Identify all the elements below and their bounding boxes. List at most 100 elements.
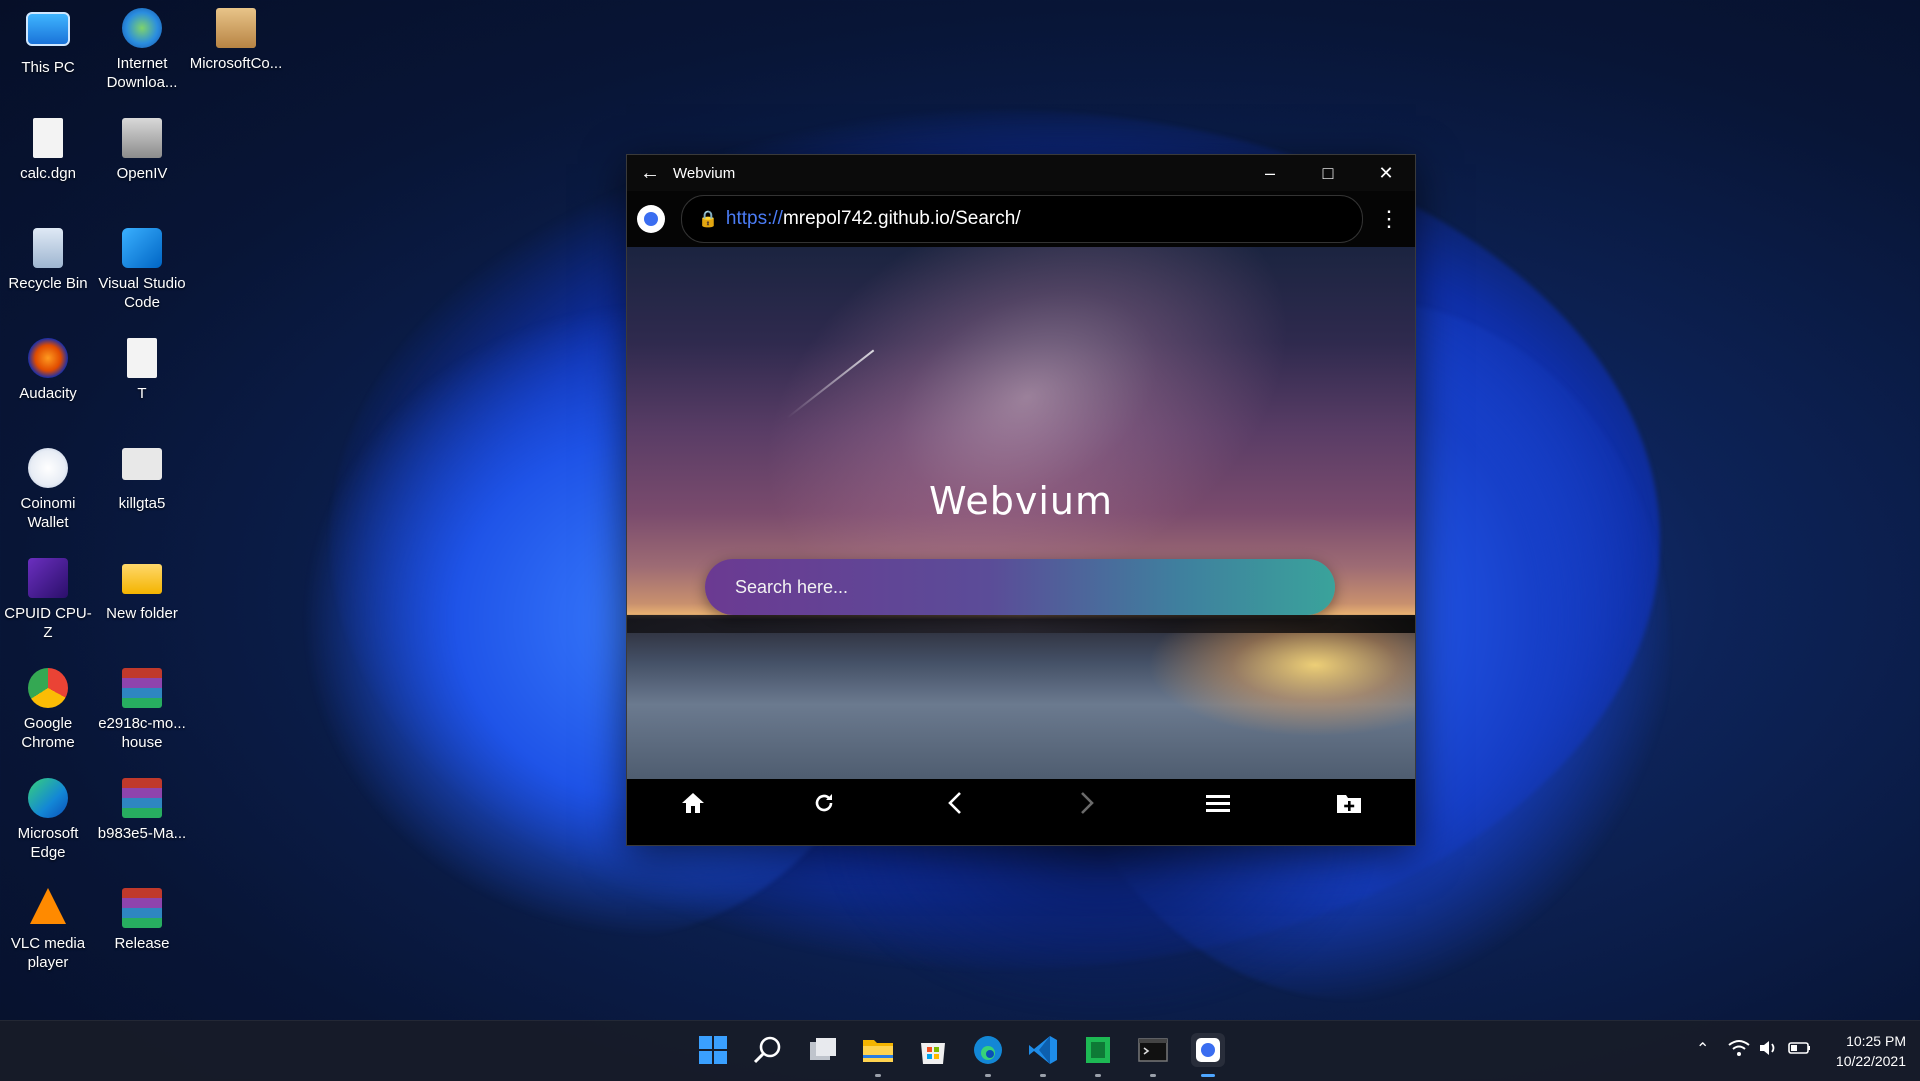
winrar-archive-icon — [122, 668, 162, 708]
running-indicator — [985, 1074, 991, 1077]
desktop-icon-label: Visual Studio Code — [98, 275, 186, 311]
system-clock[interactable]: 10:25 PM 10/22/2021 — [1836, 1031, 1906, 1071]
winrar-archive-icon — [122, 888, 162, 928]
desktop-icon-cpuz[interactable]: CPUID CPU-Z — [0, 558, 96, 642]
desktop-icon-label: CPUID CPU-Z — [4, 605, 92, 641]
desktop-icon-audacity[interactable]: Audacity — [0, 338, 96, 403]
openiv-icon — [122, 118, 162, 158]
desktop-icon-t[interactable]: T — [94, 338, 190, 403]
file-icon — [127, 338, 157, 378]
forward-icon[interactable] — [1067, 783, 1107, 823]
desktop-icon-this-pc[interactable]: This PC — [0, 8, 96, 77]
desktop-icon-coinomi[interactable]: Coinomi Wallet — [0, 448, 96, 532]
desktop-icon-label: e2918c-mo... house — [98, 715, 186, 751]
desktop-icon-b983e5[interactable]: b983e5-Ma... — [94, 778, 190, 843]
running-indicator — [1040, 1074, 1046, 1077]
bottom-nav — [627, 779, 1415, 827]
desktop-icon-label: b983e5-Ma... — [97, 825, 187, 842]
desktop-icon-killgta5[interactable]: killgta5 — [94, 448, 190, 513]
webvium-window: ← Webvium – □ ✕ 🔒 https://mrepol742.gith… — [626, 154, 1416, 846]
desktop-icon-calc-dgn[interactable]: calc.dgn — [0, 118, 96, 183]
spreadsheet-icon[interactable] — [1081, 1033, 1115, 1067]
internet-download-manager-icon — [122, 8, 162, 48]
desktop-icon-openiv[interactable]: OpenIV — [94, 118, 190, 183]
vscode-icon[interactable] — [1026, 1033, 1060, 1067]
microsoft-store-icon[interactable] — [916, 1033, 950, 1067]
file-icon — [33, 118, 63, 158]
reload-icon[interactable] — [804, 783, 844, 823]
desktop-icon-label: T — [137, 385, 147, 402]
running-indicator — [1150, 1074, 1156, 1077]
desktop-icon-label: VLC media player — [10, 935, 86, 971]
search-input[interactable]: Search here... — [705, 559, 1335, 615]
edge-icon[interactable] — [971, 1033, 1005, 1067]
url-scheme: https:// — [725, 208, 783, 229]
desktop-icon-label: Audacity — [19, 385, 77, 402]
bookmark-folder-icon[interactable] — [1329, 783, 1369, 823]
clock-date: 10/22/2021 — [1835, 1053, 1906, 1069]
back-arrow-icon[interactable]: ← — [627, 162, 673, 185]
desktop-icon-label: Coinomi Wallet — [20, 495, 76, 531]
more-options-icon[interactable]: ⋮ — [1373, 206, 1405, 232]
running-indicator — [875, 1074, 881, 1077]
vscode-icon — [122, 228, 162, 268]
volume-icon[interactable] — [1758, 1039, 1780, 1062]
vlc-icon — [30, 888, 66, 924]
lock-icon: 🔒 — [698, 211, 718, 228]
task-view-icon[interactable] — [806, 1033, 840, 1067]
settings-file-icon — [122, 448, 162, 480]
window-title: Webvium — [673, 164, 736, 182]
package-icon — [216, 8, 256, 48]
desktop-icon-label: This PC — [21, 59, 75, 76]
page-brand-title: Webvium — [929, 479, 1113, 523]
page-content: Webvium Search here... — [627, 247, 1415, 779]
desktop-icon-microsoftco[interactable]: MicrosoftCo... — [188, 8, 284, 73]
show-hidden-icons-icon[interactable]: ⌃ — [1696, 1039, 1709, 1059]
webvium-taskbar-icon[interactable] — [1191, 1033, 1225, 1067]
file-explorer-icon[interactable] — [861, 1033, 895, 1067]
desktop-icon-vscode[interactable]: Visual Studio Code — [94, 228, 190, 312]
webvium-logo-icon[interactable] — [637, 205, 665, 233]
shoreline — [627, 615, 1415, 633]
minimize-button[interactable]: – — [1241, 163, 1299, 184]
url-text: mrepol742.github.io/Search/ — [782, 208, 1021, 229]
desktop-icon-release[interactable]: Release — [94, 888, 190, 953]
desktop-icon-label: killgta5 — [118, 495, 166, 512]
maximize-button[interactable]: □ — [1299, 163, 1357, 184]
battery-icon[interactable] — [1788, 1039, 1812, 1062]
desktop-icon-label: New folder — [106, 605, 178, 622]
back-icon[interactable] — [935, 783, 975, 823]
desktop-icon-e2918c[interactable]: e2918c-mo... house — [94, 668, 190, 752]
clock-time: 10:25 PM — [1846, 1033, 1906, 1049]
wifi-icon[interactable] — [1728, 1039, 1750, 1062]
start-icon[interactable] — [696, 1033, 730, 1067]
taskbar: ⌃ 10:25 PM 10/22/2021 — [0, 1020, 1920, 1081]
desktop-icon-label: Microsoft Edge — [17, 825, 79, 861]
chrome-icon — [28, 668, 68, 708]
search-icon[interactable] — [751, 1033, 785, 1067]
close-button[interactable]: ✕ — [1357, 163, 1415, 184]
url-field[interactable]: 🔒 https://mrepol742.github.io/Search/ — [681, 195, 1363, 243]
desktop-icon-recycle-bin[interactable]: Recycle Bin — [0, 228, 96, 293]
desktop-icon-vlc[interactable]: VLC media player — [0, 888, 96, 972]
desktop-icon-edge[interactable]: Microsoft Edge — [0, 778, 96, 862]
cpuz-icon — [28, 558, 68, 598]
desktop-icon-chrome[interactable]: Google Chrome — [0, 668, 96, 752]
audacity-icon — [28, 338, 68, 378]
desktop-icon-new-folder[interactable]: New folder — [94, 558, 190, 623]
sunset-glow — [1147, 617, 1415, 737]
folder-icon — [122, 564, 162, 594]
winrar-archive-icon — [122, 778, 162, 818]
address-bar: 🔒 https://mrepol742.github.io/Search/ ⋮ — [627, 191, 1415, 247]
terminal-icon[interactable] — [1136, 1033, 1170, 1067]
search-placeholder: Search here... — [735, 576, 849, 597]
desktop-icon-label: Recycle Bin — [8, 275, 88, 292]
desktop-icon-label: MicrosoftCo... — [189, 55, 283, 72]
home-icon[interactable] — [673, 783, 713, 823]
title-bar: ← Webvium – □ ✕ — [627, 155, 1415, 191]
active-indicator — [1201, 1074, 1215, 1077]
coinomi-icon — [28, 448, 68, 488]
desktop-icon-idm[interactable]: Internet Downloa... — [94, 8, 190, 92]
monitor-icon — [26, 12, 70, 46]
menu-icon[interactable] — [1198, 783, 1238, 823]
